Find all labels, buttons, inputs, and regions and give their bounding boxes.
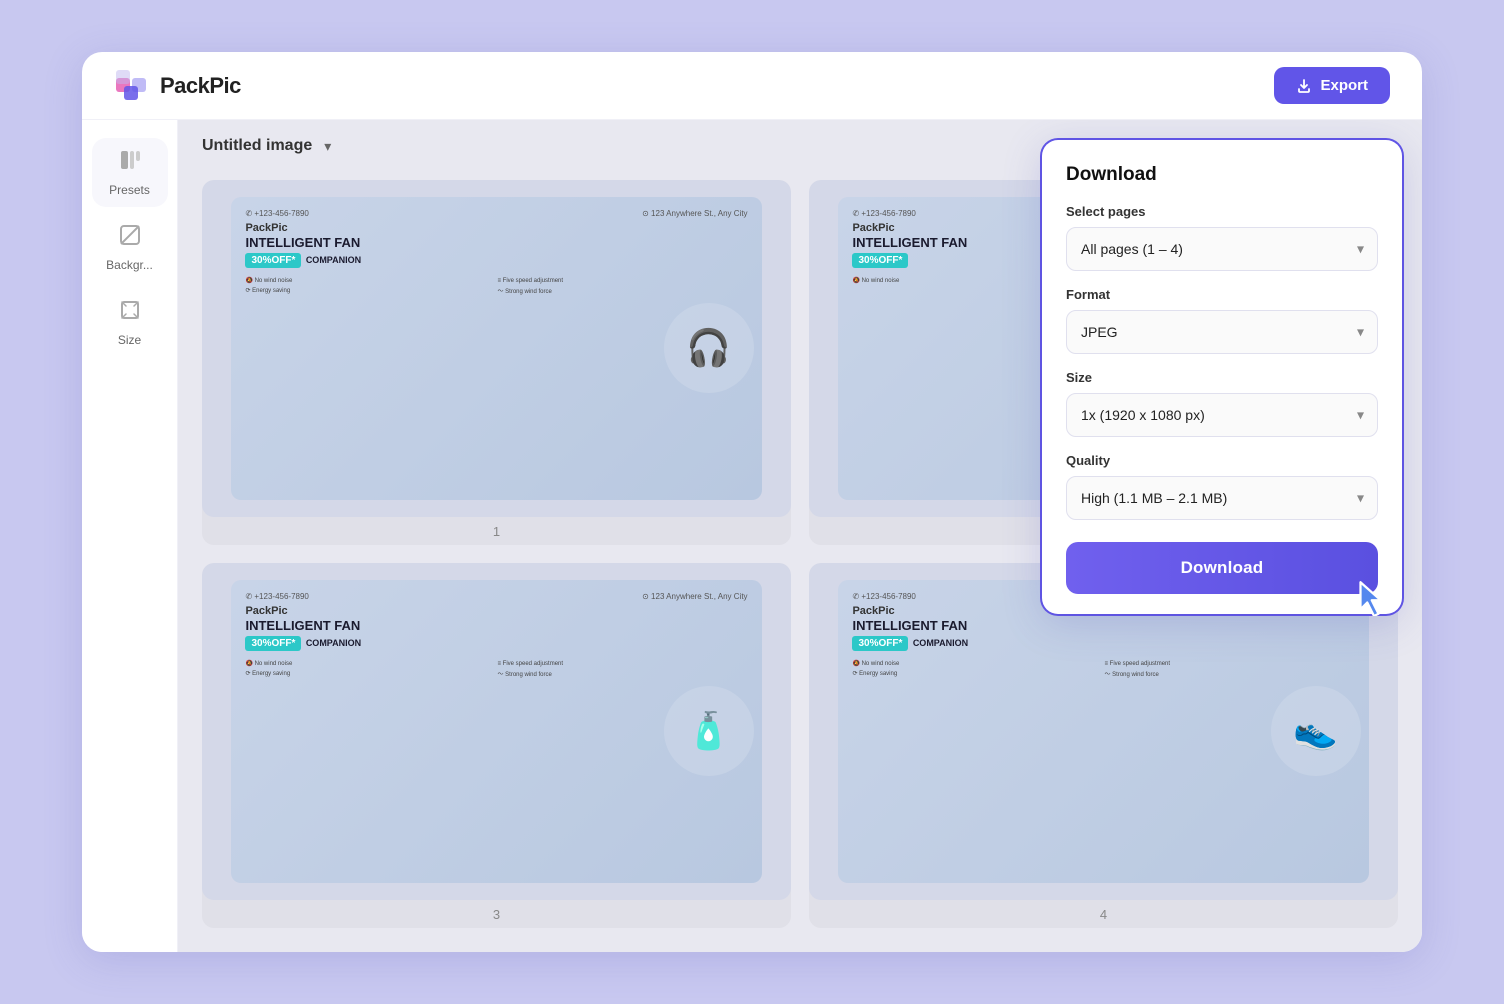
- size-label: Size: [118, 333, 141, 347]
- card-brand-1: PackPic: [245, 222, 747, 234]
- card-companion-1: COMPANION: [306, 255, 361, 265]
- export-button-label: Export: [1320, 77, 1368, 94]
- feature-4-2: ≡ Five speed adjustment: [1105, 660, 1355, 667]
- presets-icon: [118, 148, 142, 178]
- product-img-sneaker: 👟: [1271, 686, 1361, 776]
- product-card-4: ✆ +123-456-7890 ⊙ 123 Anywhere St., Any …: [838, 580, 1368, 883]
- product-img-headphones: 🎧: [664, 303, 754, 393]
- page-number-4: 4: [809, 900, 1398, 928]
- background-icon: [118, 223, 142, 253]
- quality-wrapper: High (1.1 MB – 2.1 MB) Medium (0.5 MB – …: [1066, 476, 1378, 520]
- select-pages-wrapper: All pages (1 – 4) Current page Page 1 Pa…: [1066, 227, 1378, 271]
- sidebar-item-size[interactable]: Size: [92, 288, 168, 357]
- feature-4: 〜 Strong wind force: [498, 286, 748, 295]
- feature-3-4: 〜 Strong wind force: [498, 669, 748, 678]
- app-body: Presets Backgr... Size: [82, 120, 1422, 952]
- card-title-1: INTELLIGENT FAN: [245, 236, 747, 250]
- card-phone-3: ✆ +123-456-7890: [245, 592, 308, 601]
- feature-1: 🔕 No wind noise: [245, 277, 495, 284]
- canvas-page-3[interactable]: ✆ +123-456-7890 ⊙ 123 Anywhere St., Any …: [202, 563, 791, 928]
- panel-title: Download: [1066, 164, 1378, 186]
- app-name: PackPic: [160, 73, 241, 99]
- card-badge-3: 30%OFF*: [245, 636, 301, 651]
- card-phone-2: ✆ +123-456-7890: [852, 209, 915, 218]
- card-address-1: ⊙ 123 Anywhere St., Any City: [642, 209, 747, 218]
- feature-3-3: ⟳ Energy saving: [245, 669, 495, 678]
- page-number-1: 1: [202, 517, 791, 545]
- feature-2: ≡ Five speed adjustment: [498, 277, 748, 284]
- logo-area: PackPic: [114, 68, 241, 104]
- sidebar: Presets Backgr... Size: [82, 120, 178, 952]
- card-address-3: ⊙ 123 Anywhere St., Any City: [642, 592, 747, 601]
- header: PackPic Export: [82, 52, 1422, 120]
- download-panel: Download Select pages All pages (1 – 4) …: [1042, 140, 1402, 614]
- main-area: Untitled image ▾ ✆ +123-456-7890 ⊙ 123 A…: [178, 120, 1422, 952]
- card-phone-4: ✆ +123-456-7890: [852, 592, 915, 601]
- format-dropdown[interactable]: JPEG PNG SVG PDF: [1066, 310, 1378, 354]
- feature-4-4: 〜 Strong wind force: [1105, 669, 1355, 678]
- card-companion-3: COMPANION: [306, 638, 361, 648]
- card-features-1: 🔕 No wind noise ≡ Five speed adjustment …: [245, 277, 747, 295]
- sidebar-item-background[interactable]: Backgr...: [92, 213, 168, 282]
- download-button[interactable]: Download: [1066, 542, 1378, 594]
- format-label: Format: [1066, 287, 1378, 302]
- feature-3: ⟳ Energy saving: [245, 286, 495, 295]
- product-card-3: ✆ +123-456-7890 ⊙ 123 Anywhere St., Any …: [231, 580, 761, 883]
- canvas-title: Untitled image: [202, 137, 312, 155]
- canvas-page-4[interactable]: ✆ +123-456-7890 ⊙ 123 Anywhere St., Any …: [809, 563, 1398, 928]
- sidebar-item-presets[interactable]: Presets: [92, 138, 168, 207]
- export-icon: [1296, 78, 1312, 94]
- size-icon: [118, 298, 142, 328]
- quality-label: Quality: [1066, 453, 1378, 468]
- size-field-label: Size: [1066, 370, 1378, 385]
- download-button-label: Download: [1181, 558, 1264, 578]
- packpic-logo-icon: [114, 68, 150, 104]
- presets-label: Presets: [109, 183, 150, 197]
- export-button[interactable]: Export: [1274, 67, 1390, 104]
- card-header-1: ✆ +123-456-7890 ⊙ 123 Anywhere St., Any …: [245, 209, 747, 218]
- card-features-3: 🔕 No wind noise ≡ Five speed adjustment …: [245, 660, 747, 678]
- canvas-page-1[interactable]: ✆ +123-456-7890 ⊙ 123 Anywhere St., Any …: [202, 180, 791, 545]
- canvas-page-inner-1: ✆ +123-456-7890 ⊙ 123 Anywhere St., Any …: [202, 180, 791, 517]
- card-header-3: ✆ +123-456-7890 ⊙ 123 Anywhere St., Any …: [245, 592, 747, 601]
- quality-dropdown[interactable]: High (1.1 MB – 2.1 MB) Medium (0.5 MB – …: [1066, 476, 1378, 520]
- app-window: PackPic Export Presets: [82, 52, 1422, 952]
- feature-3-1: 🔕 No wind noise: [245, 660, 495, 667]
- card-phone-1: ✆ +123-456-7890: [245, 209, 308, 218]
- format-wrapper: JPEG PNG SVG PDF ▾: [1066, 310, 1378, 354]
- feature-3-2: ≡ Five speed adjustment: [498, 660, 748, 667]
- card-title-3: INTELLIGENT FAN: [245, 619, 747, 633]
- select-pages-dropdown[interactable]: All pages (1 – 4) Current page Page 1 Pa…: [1066, 227, 1378, 271]
- product-img-perfume: 🧴: [664, 686, 754, 776]
- card-title-4: INTELLIGENT FAN: [852, 619, 1354, 633]
- select-pages-label: Select pages: [1066, 204, 1378, 219]
- feature-4-1: 🔕 No wind noise: [852, 660, 1102, 667]
- card-features-4: 🔕 No wind noise ≡ Five speed adjustment …: [852, 660, 1354, 678]
- size-wrapper: 1x (1920 x 1080 px) 2x (3840 x 2160 px) …: [1066, 393, 1378, 437]
- page-number-3: 3: [202, 900, 791, 928]
- card-brand-3: PackPic: [245, 605, 747, 617]
- download-button-container: Download: [1066, 536, 1378, 594]
- card-badge-1: 30%OFF*: [245, 253, 301, 268]
- card-companion-4: COMPANION: [913, 638, 968, 648]
- canvas-page-inner-3: ✆ +123-456-7890 ⊙ 123 Anywhere St., Any …: [202, 563, 791, 900]
- background-label: Backgr...: [106, 258, 153, 272]
- feature-4-3: ⟳ Energy saving: [852, 669, 1102, 678]
- product-card-1: ✆ +123-456-7890 ⊙ 123 Anywhere St., Any …: [231, 197, 761, 500]
- card-badge-4: 30%OFF*: [852, 636, 908, 651]
- size-dropdown[interactable]: 1x (1920 x 1080 px) 2x (3840 x 2160 px) …: [1066, 393, 1378, 437]
- canvas-title-chevron-icon[interactable]: ▾: [324, 138, 331, 155]
- card-badge-2: 30%OFF*: [852, 253, 908, 268]
